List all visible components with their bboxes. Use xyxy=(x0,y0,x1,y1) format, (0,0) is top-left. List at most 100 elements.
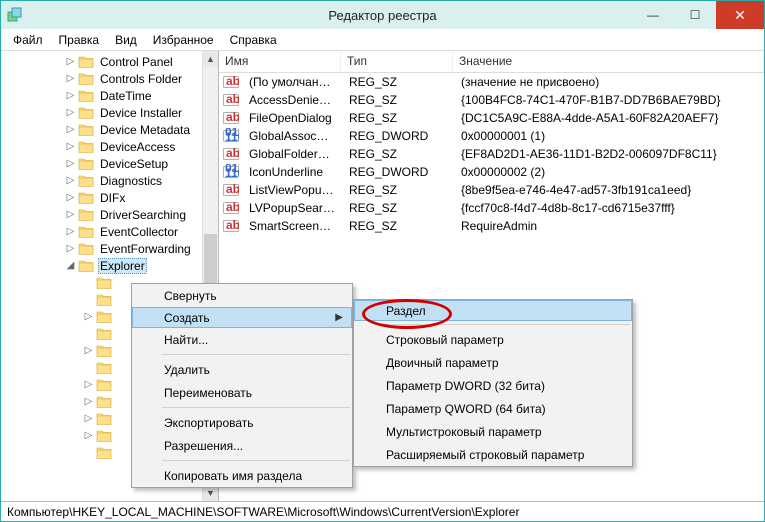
context-menu-main[interactable]: СвернутьСоздать▶Найти... УдалитьПереимено… xyxy=(131,283,353,488)
cell-type: REG_SZ xyxy=(343,147,455,161)
expand-icon[interactable]: ▷ xyxy=(65,243,76,254)
menu-help[interactable]: Справка xyxy=(222,31,285,49)
menu-item[interactable]: Параметр DWORD (32 бита) xyxy=(354,374,632,397)
table-row[interactable]: SmartScreenEna...REG_SZRequireAdmin xyxy=(219,217,764,235)
expand-icon xyxy=(83,447,94,458)
expand-icon[interactable]: ▷ xyxy=(65,141,76,152)
context-menu-new[interactable]: Раздел Строковый параметрДвоичный парамет… xyxy=(353,299,633,467)
expand-icon[interactable]: ▷ xyxy=(65,90,76,101)
tree-item[interactable]: ▷Diagnostics xyxy=(1,172,218,189)
cell-type: REG_SZ xyxy=(343,93,455,107)
menu-separator xyxy=(162,354,350,355)
expand-icon[interactable]: ▷ xyxy=(83,311,94,322)
expand-icon[interactable]: ▷ xyxy=(65,209,76,220)
cell-name: LVPopupSearch... xyxy=(243,201,343,215)
expand-icon[interactable]: ▷ xyxy=(65,226,76,237)
tree-item-label: DeviceSetup xyxy=(98,157,170,171)
minimize-button[interactable]: — xyxy=(632,1,674,29)
tree-item[interactable]: ▷EventCollector xyxy=(1,223,218,240)
menu-item[interactable]: Параметр QWORD (64 бита) xyxy=(354,397,632,420)
tree-item[interactable]: ◢ Explorer xyxy=(1,257,218,274)
tree-item[interactable]: ▷EventForwarding xyxy=(1,240,218,257)
table-row[interactable]: IconUnderlineREG_DWORD0x00000002 (2) xyxy=(219,163,764,181)
tree-item[interactable]: ▷ Controls Folder xyxy=(1,70,218,87)
scroll-up-icon[interactable]: ▲ xyxy=(203,51,218,67)
cell-type: REG_DWORD xyxy=(343,129,455,143)
table-row[interactable]: GlobalFolderSett...REG_SZ{EF8AD2D1-AE36-… xyxy=(219,145,764,163)
menu-view[interactable]: Вид xyxy=(107,31,145,49)
menu-favorites[interactable]: Избранное xyxy=(145,31,222,49)
menu-item[interactable]: Переименовать xyxy=(132,381,352,404)
folder-icon xyxy=(78,173,94,189)
tree-item[interactable]: ▷DIFx xyxy=(1,189,218,206)
menu-item[interactable]: Двоичный параметр xyxy=(354,351,632,374)
tree-item[interactable]: ▷Device Installer xyxy=(1,104,218,121)
expand-icon[interactable]: ▷ xyxy=(65,73,76,84)
col-value[interactable]: Значение xyxy=(453,51,764,72)
menu-item[interactable]: Найти... xyxy=(132,328,352,351)
tree-item-label: Control Panel xyxy=(98,55,175,69)
tree-item-label: Explorer xyxy=(98,258,147,274)
table-row[interactable]: AccessDeniedDi...REG_SZ{100B4FC8-74C1-47… xyxy=(219,91,764,109)
close-button[interactable]: ✕ xyxy=(716,1,764,29)
expand-icon[interactable]: ▷ xyxy=(65,192,76,203)
menu-item[interactable]: Расширяемый строковый параметр xyxy=(354,443,632,466)
col-name[interactable]: Имя xyxy=(219,51,341,72)
menu-item[interactable]: Строковый параметр xyxy=(354,328,632,351)
table-row[interactable]: FileOpenDialogREG_SZ{DC1C5A9C-E88A-4dde-… xyxy=(219,109,764,127)
folder-icon xyxy=(96,326,112,342)
expand-icon[interactable]: ▷ xyxy=(83,396,94,407)
folder-icon xyxy=(96,428,112,444)
expand-icon[interactable]: ▷ xyxy=(65,56,76,67)
table-row[interactable]: ListViewPopupC...REG_SZ{8be9f5ea-e746-4e… xyxy=(219,181,764,199)
expand-icon[interactable]: ▷ xyxy=(65,124,76,135)
expand-icon[interactable]: ▷ xyxy=(83,413,94,424)
submenu-arrow-icon: ▶ xyxy=(335,312,343,323)
string-value-icon xyxy=(223,110,239,126)
tree-item[interactable]: ▷ Control Panel xyxy=(1,53,218,70)
table-row[interactable]: (По умолчанию)REG_SZ(значение не присвое… xyxy=(219,73,764,91)
folder-icon xyxy=(78,156,94,172)
tree-item[interactable]: ▷Device Metadata xyxy=(1,121,218,138)
cell-value: {EF8AD2D1-AE36-11D1-B2D2-006097DF8C11} xyxy=(455,147,764,161)
menu-separator xyxy=(384,324,630,325)
expand-icon[interactable]: ▷ xyxy=(83,379,94,390)
menu-item[interactable]: Создать▶ xyxy=(132,307,352,328)
folder-icon xyxy=(78,122,94,138)
expand-icon[interactable]: ▷ xyxy=(65,107,76,118)
folder-icon xyxy=(78,139,94,155)
maximize-button[interactable]: ☐ xyxy=(674,1,716,29)
menu-edit[interactable]: Правка xyxy=(51,31,108,49)
cell-type: REG_SZ xyxy=(343,183,455,197)
statusbar: Компьютер\HKEY_LOCAL_MACHINE\SOFTWARE\Mi… xyxy=(1,501,764,521)
folder-icon xyxy=(96,360,112,376)
table-row[interactable]: LVPopupSearch...REG_SZ{fccf70c8-f4d7-4d8… xyxy=(219,199,764,217)
menu-item[interactable]: Свернуть xyxy=(132,284,352,307)
menu-item[interactable]: Экспортировать xyxy=(132,411,352,434)
menu-item[interactable]: Разрешения... xyxy=(132,434,352,457)
expand-icon[interactable]: ▷ xyxy=(83,345,94,356)
binary-value-icon xyxy=(223,164,239,180)
folder-icon xyxy=(78,224,94,240)
menu-separator xyxy=(162,407,350,408)
tree-item[interactable]: ▷DeviceAccess xyxy=(1,138,218,155)
col-type[interactable]: Тип xyxy=(341,51,453,72)
folder-icon xyxy=(96,394,112,410)
tree-item[interactable]: ▷DriverSearching xyxy=(1,206,218,223)
string-value-icon xyxy=(223,74,239,90)
tree-item-label: DateTime xyxy=(98,89,154,103)
expand-icon[interactable]: ▷ xyxy=(65,158,76,169)
table-row[interactable]: GlobalAssocCha...REG_DWORD0x00000001 (1) xyxy=(219,127,764,145)
menu-item[interactable]: Удалить xyxy=(132,358,352,381)
tree-item[interactable]: ▷ DeviceSetup xyxy=(1,155,218,172)
cell-name: GlobalFolderSett... xyxy=(243,147,343,161)
expand-icon[interactable]: ▷ xyxy=(65,175,76,186)
menu-file[interactable]: Файл xyxy=(5,31,51,49)
menu-item[interactable]: Мультистроковый параметр xyxy=(354,420,632,443)
tree-item-label: Controls Folder xyxy=(98,72,184,86)
menu-item[interactable]: Копировать имя раздела xyxy=(132,464,352,487)
tree-item[interactable]: ▷ DateTime xyxy=(1,87,218,104)
expand-icon[interactable]: ▷ xyxy=(83,430,94,441)
menu-item[interactable]: Раздел xyxy=(354,300,632,321)
expand-icon[interactable]: ◢ xyxy=(65,260,76,271)
